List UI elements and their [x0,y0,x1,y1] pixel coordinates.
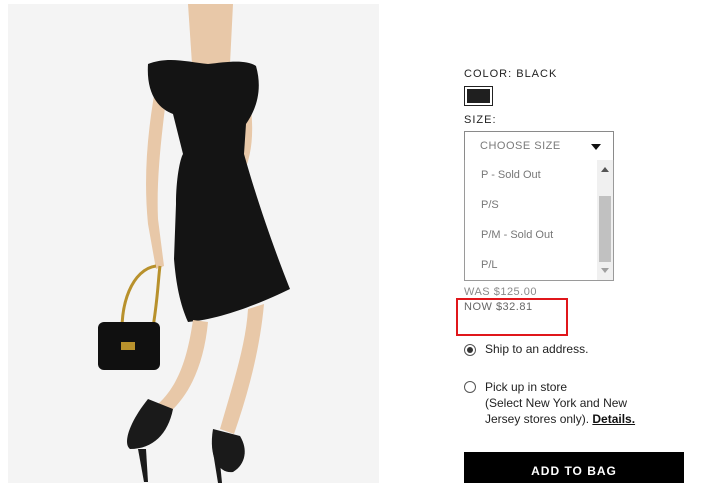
size-select-placeholder: CHOOSE SIZE [480,140,561,152]
pickup-in-store-radio[interactable] [464,381,476,393]
pickup-note-line2-text: Jersey stores only). [485,412,593,426]
details-link[interactable]: Details. [592,412,635,426]
model-illustration [8,4,379,483]
size-option-p[interactable]: P - Sold Out [481,169,541,181]
pickup-in-store-label[interactable]: Pick up in store [485,379,567,395]
add-to-bag-button[interactable]: ADD TO BAG [464,452,684,483]
product-options-panel: COLOR: BLACK SIZE: CHOOSE SIZE P - Sold … [456,0,704,483]
was-price: WAS $125.00 [464,286,537,298]
color-swatch-black[interactable] [464,86,493,106]
size-option-pl[interactable]: P/L [481,259,498,271]
dropdown-scrollbar[interactable] [597,160,613,280]
ship-to-address-radio[interactable] [464,344,476,356]
pickup-note-line2: Jersey stores only). Details. [485,411,635,427]
color-swatch-fill [467,89,490,103]
price-highlight-box [456,298,568,336]
scroll-thumb[interactable] [599,196,611,262]
color-label: COLOR: BLACK [464,68,558,80]
ship-to-address-label[interactable]: Ship to an address. [485,341,588,357]
radio-selected-dot [467,347,473,353]
scroll-up-arrow-icon[interactable] [601,167,609,172]
scroll-down-arrow-icon[interactable] [601,268,609,273]
caret-down-icon [591,144,601,150]
product-image[interactable] [8,4,379,483]
size-dropdown-list: P - Sold Out P/S P/M - Sold Out P/L [464,160,614,281]
size-option-pm[interactable]: P/M - Sold Out [481,229,553,241]
size-option-ps[interactable]: P/S [481,199,499,211]
size-select[interactable]: CHOOSE SIZE [464,131,614,161]
pickup-note-line1: (Select New York and New [485,396,628,410]
size-label: SIZE: [464,114,497,126]
